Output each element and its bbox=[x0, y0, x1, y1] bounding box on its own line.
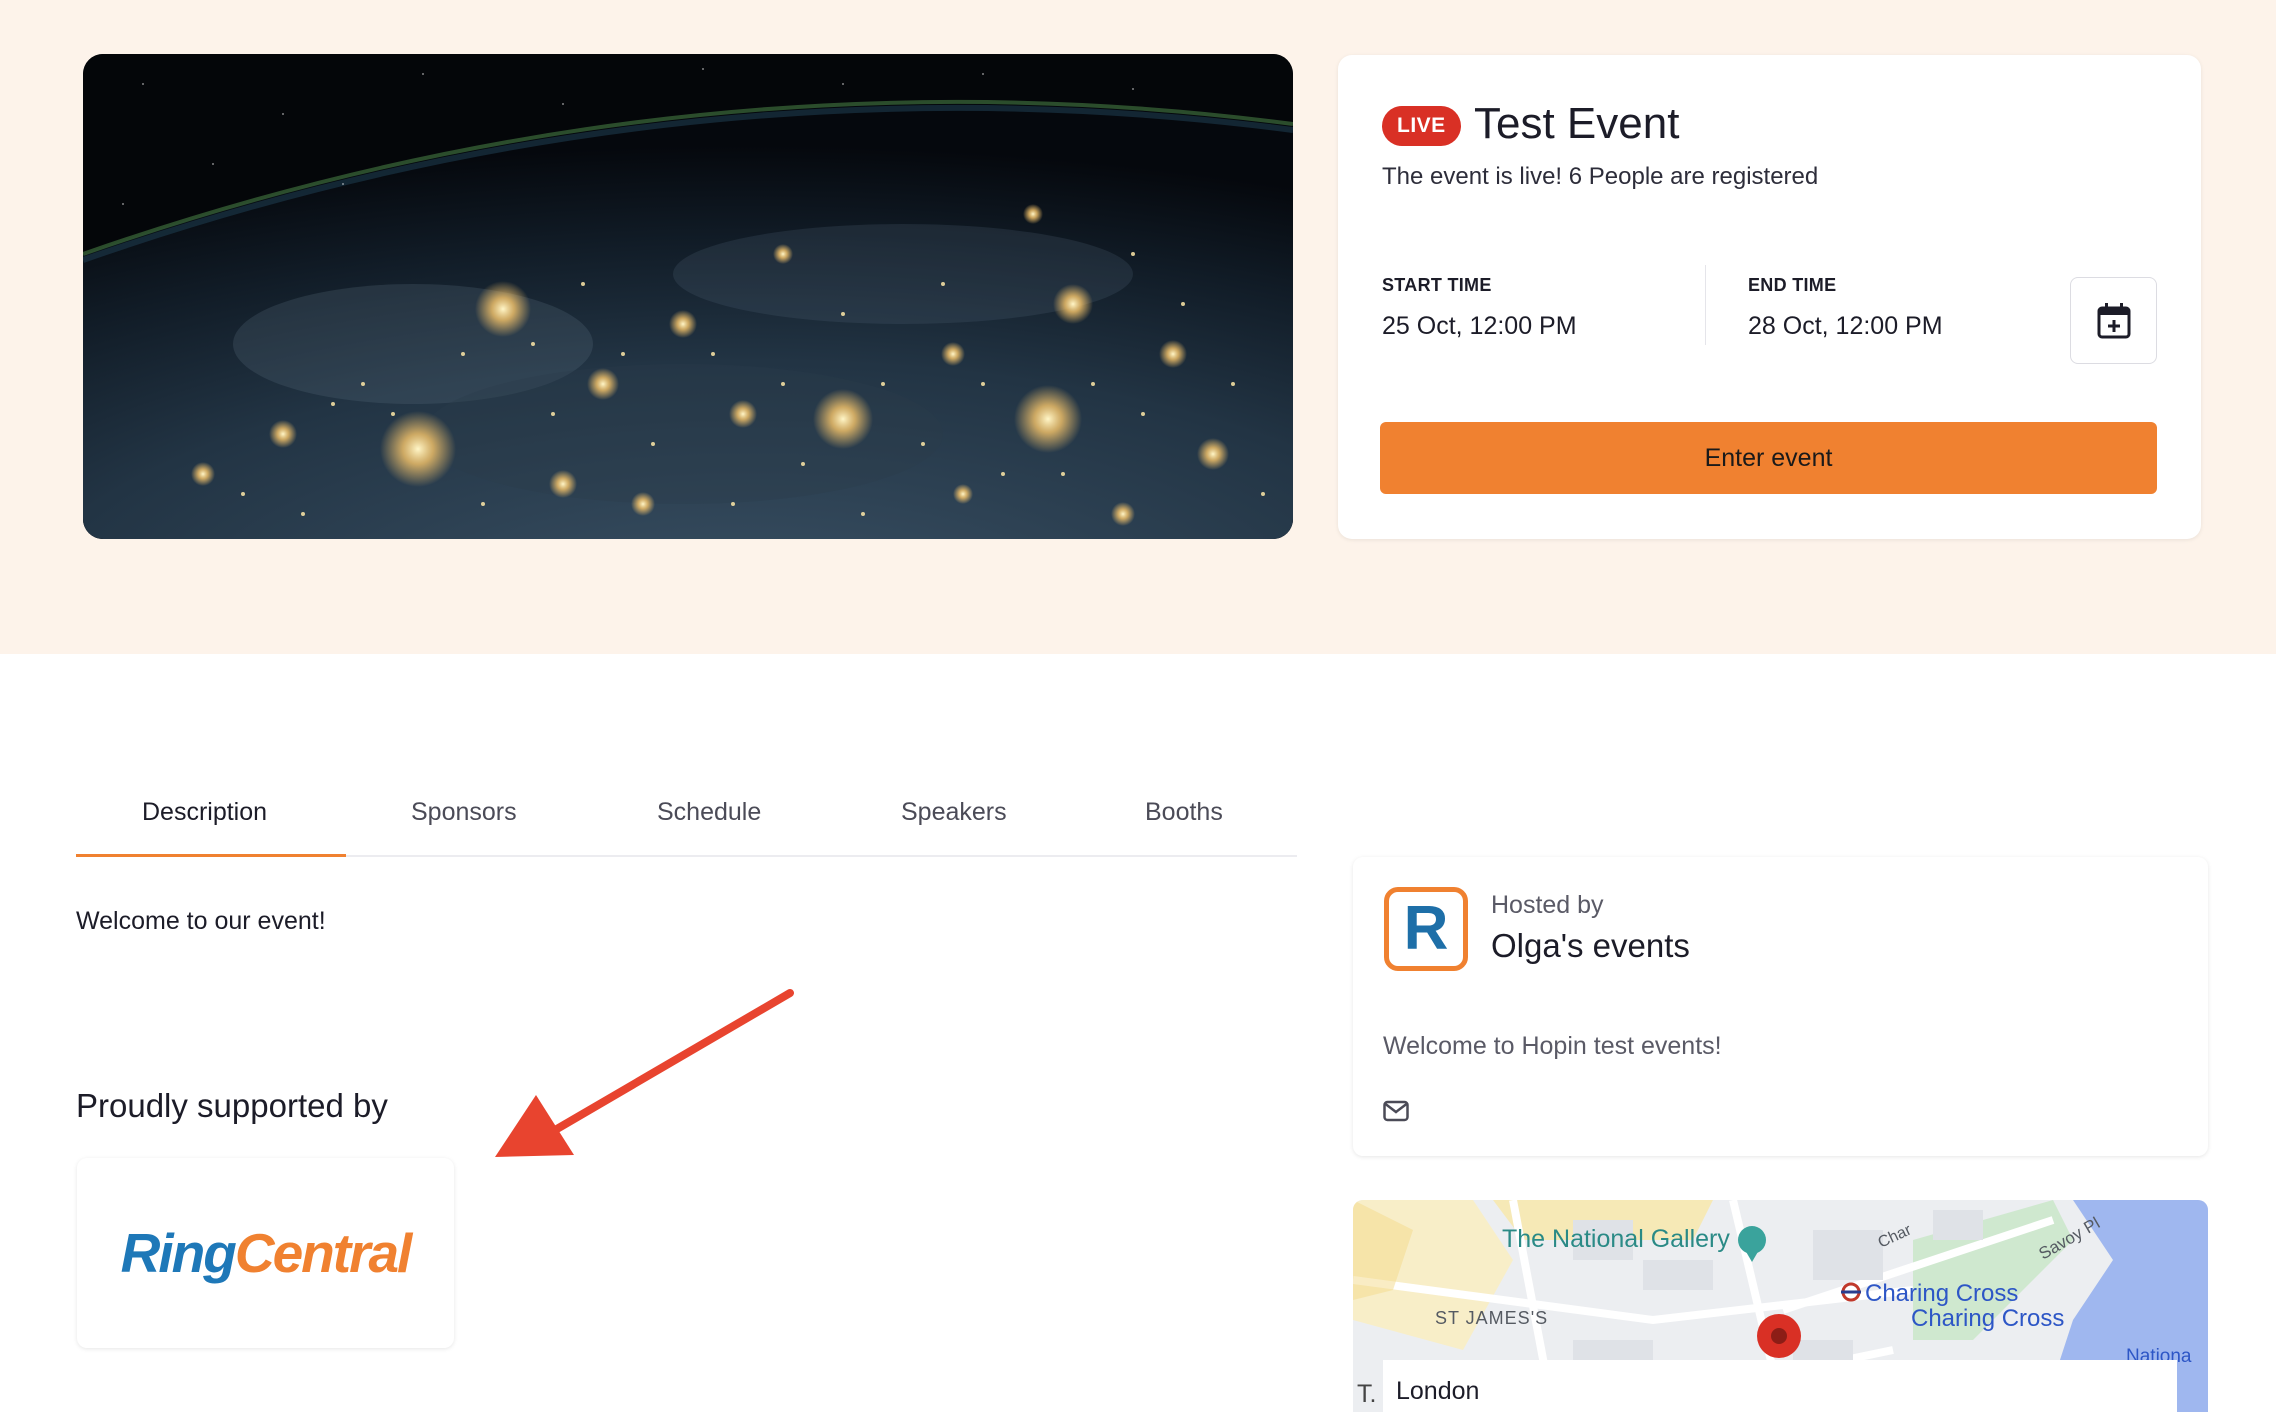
calendar-add-icon bbox=[2097, 302, 2130, 338]
sponsor-card-ringcentral[interactable]: RingCentral bbox=[77, 1158, 454, 1348]
start-time-value: 25 Oct, 12:00 PM bbox=[1382, 312, 1577, 340]
arrow-annotation-icon bbox=[495, 989, 794, 1157]
hosted-by-label: Hosted by bbox=[1491, 891, 1604, 919]
ringcentral-logo: RingCentral bbox=[120, 1222, 413, 1284]
map-label-charing-cross-tube: Charing Cross bbox=[1865, 1280, 2018, 1307]
live-badge: LIVE bbox=[1382, 106, 1461, 146]
sponsors-heading: Proudly supported by bbox=[76, 1087, 388, 1124]
event-description-text: Welcome to our event! bbox=[76, 907, 326, 935]
event-title: Test Event bbox=[1474, 99, 1680, 148]
host-card: R Hosted by Olga's events Welcome to Hop… bbox=[1353, 857, 2208, 1156]
tab-sponsors[interactable]: Sponsors bbox=[411, 798, 517, 827]
active-tab-indicator bbox=[76, 854, 346, 857]
tab-description[interactable]: Description bbox=[142, 798, 267, 827]
tab-speakers[interactable]: Speakers bbox=[901, 798, 1007, 827]
host-description: Welcome to Hopin test events! bbox=[1383, 1032, 1722, 1060]
event-info-card: LIVE Test Event The event is live! 6 Peo… bbox=[1338, 55, 2201, 539]
map-label-st-james: ST JAMES'S bbox=[1435, 1308, 1548, 1328]
enter-event-button[interactable]: Enter event bbox=[1380, 422, 2157, 494]
map-label-national-gallery: The National Gallery bbox=[1502, 1225, 1730, 1253]
map-side-letter: T. bbox=[1357, 1380, 1377, 1408]
end-time-label: END TIME bbox=[1748, 275, 1837, 295]
end-time-value: 28 Oct, 12:00 PM bbox=[1748, 312, 1943, 340]
host-logo[interactable]: R bbox=[1384, 887, 1468, 971]
add-to-calendar-button[interactable] bbox=[2070, 277, 2157, 364]
host-name[interactable]: Olga's events bbox=[1491, 927, 1690, 965]
map-label-charing-cross-rail: Charing Cross bbox=[1911, 1305, 2064, 1332]
event-cover-image bbox=[83, 54, 1293, 539]
tab-schedule[interactable]: Schedule bbox=[657, 798, 761, 827]
start-time-label: START TIME bbox=[1382, 275, 1492, 295]
location-map[interactable]: The National Gallery ST JAMES'S Charing … bbox=[1353, 1200, 2208, 1412]
mail-icon[interactable] bbox=[1383, 1100, 1409, 1122]
time-divider bbox=[1705, 265, 1706, 345]
map-location-bar bbox=[1383, 1360, 2177, 1412]
event-status-text: The event is live! 6 People are register… bbox=[1382, 163, 1819, 190]
map-location-label: London bbox=[1396, 1377, 1480, 1405]
tab-booths[interactable]: Booths bbox=[1145, 798, 1223, 827]
event-tabs: Description Sponsors Schedule Speakers B… bbox=[76, 780, 1297, 857]
